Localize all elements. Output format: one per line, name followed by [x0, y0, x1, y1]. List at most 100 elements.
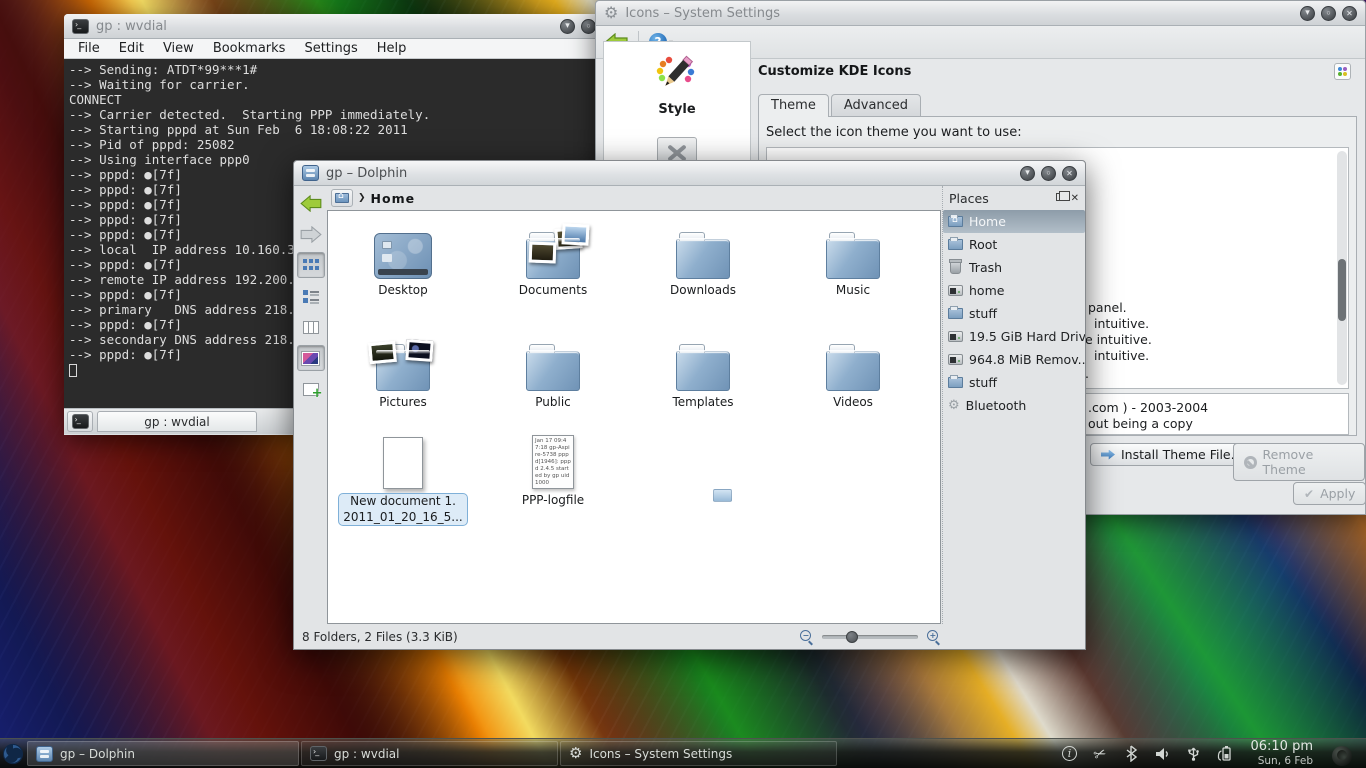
settings-titlebar[interactable]: ⚙ Icons – System Settings [596, 1, 1365, 26]
places-panel: Places ✕ Home Root Trash [942, 186, 1085, 624]
system-tray: i ✂ [1052, 739, 1366, 768]
zoom-out-icon[interactable]: − [799, 629, 814, 644]
volume-icon[interactable] [1153, 745, 1171, 763]
install-theme-button[interactable]: Install Theme File... [1090, 443, 1254, 466]
minimize-button[interactable] [1020, 166, 1035, 181]
breadcrumb-path[interactable]: Home [371, 191, 416, 206]
sidebar-item-style[interactable]: Style [604, 42, 750, 123]
place-item-home-partition[interactable]: home [943, 279, 1085, 302]
kde-launcher-button[interactable] [0, 739, 26, 768]
close-button[interactable] [1342, 6, 1357, 21]
place-item-removable[interactable]: 964.8 MiB Remov... [943, 348, 1085, 371]
drive-icon [948, 285, 963, 296]
status-bar: 8 Folders, 2 Files (3.3 KiB) − + [294, 624, 1085, 649]
breadcrumb-root-button[interactable] [331, 189, 353, 207]
plasma-cashew-icon[interactable] [1332, 746, 1352, 766]
sidebar-item-label: Style [610, 102, 744, 117]
menu-bookmarks[interactable]: Bookmarks [213, 41, 286, 56]
tab-theme[interactable]: Theme [758, 94, 829, 117]
dolphin-titlebar[interactable]: gp – Dolphin [294, 161, 1085, 186]
place-item-home[interactable]: Home [943, 210, 1085, 233]
scrollbar[interactable] [1337, 151, 1347, 385]
zoom-slider-handle[interactable] [846, 631, 858, 643]
maximize-button[interactable] [581, 19, 596, 34]
file-item-label: Videos [778, 395, 928, 409]
terminal-menubar: File Edit View Bookmarks Settings Help [64, 39, 604, 59]
columns-view-button[interactable] [297, 314, 325, 340]
place-item-trash[interactable]: Trash [943, 256, 1085, 279]
settings-title: Icons – System Settings [625, 6, 780, 21]
maximize-button[interactable] [1321, 6, 1336, 21]
minimize-button[interactable] [560, 19, 575, 34]
task-dolphin[interactable]: gp – Dolphin [27, 741, 299, 766]
float-panel-icon[interactable] [1056, 193, 1065, 201]
menu-view[interactable]: View [163, 41, 194, 56]
file-item-pictures[interactable]: Pictures [328, 331, 478, 409]
clock[interactable]: 06:10 pm Sun, 6 Feb [1246, 740, 1317, 767]
terminal-tab[interactable]: gp : wvdial [97, 411, 257, 432]
place-item-hard-drive[interactable]: 19.5 GiB Hard Drive [943, 325, 1085, 348]
preview-toggle-button[interactable] [297, 345, 325, 371]
menu-file[interactable]: File [78, 41, 100, 56]
task-wvdial[interactable]: gp : wvdial [301, 741, 558, 766]
terminal-line: --> Waiting for carrier. [69, 77, 599, 92]
task-system-settings[interactable]: ⚙ Icons – System Settings [560, 741, 837, 766]
theme-list-text: intuitive. [1094, 316, 1149, 331]
split-view-button[interactable] [297, 376, 325, 402]
place-item-root[interactable]: Root [943, 233, 1085, 256]
overview-grid-icon[interactable] [1334, 63, 1351, 80]
file-item-videos[interactable]: Videos [778, 331, 928, 409]
remove-theme-button[interactable]: Remove Theme [1233, 443, 1365, 481]
minimize-button[interactable] [1300, 6, 1315, 21]
file-item-public[interactable]: Public [478, 331, 628, 409]
menu-settings[interactable]: Settings [304, 41, 357, 56]
file-item-new-document[interactable]: New document 1. 2011_01_20_16_5... [328, 429, 478, 526]
dolphin-window: gp – Dolphin [293, 160, 1086, 650]
file-item-documents[interactable]: Documents [478, 219, 628, 297]
battery-icon[interactable] [1215, 745, 1233, 763]
gear-icon: ⚙ [604, 5, 618, 21]
terminal-line: --> Carrier detected. Starting PPP immed… [69, 107, 599, 122]
file-item-music[interactable]: Music [778, 219, 928, 297]
file-item-desktop[interactable]: Desktop [328, 219, 478, 297]
menu-edit[interactable]: Edit [119, 41, 144, 56]
scissors-icon[interactable]: ✂ [1089, 742, 1112, 765]
file-item-ppp-logfile[interactable]: Jan 17 09:47:18 gp-Aspire-5738 pppd[1946… [478, 429, 628, 507]
icons-view-icon [303, 259, 319, 271]
file-item-label-selected: New document 1. 2011_01_20_16_5... [338, 493, 467, 526]
apply-button[interactable]: ✔ Apply [1293, 482, 1366, 505]
tab-advanced[interactable]: Advanced [831, 94, 921, 117]
place-label: 964.8 MiB Remov... [969, 352, 1085, 367]
close-button[interactable] [1062, 166, 1077, 181]
bluetooth-icon[interactable] [1122, 745, 1140, 763]
file-item-label: Documents [478, 283, 628, 297]
forward-button[interactable] [297, 221, 325, 247]
place-item-stuff-2[interactable]: stuff [943, 371, 1085, 394]
place-item-bluetooth[interactable]: ⚙ Bluetooth [943, 394, 1085, 417]
maximize-button[interactable] [1041, 166, 1056, 181]
desktop: gp : wvdial File Edit View Bookmarks Set… [0, 0, 1366, 768]
home-folder-icon [948, 216, 963, 227]
folder-icon [948, 239, 963, 250]
zoom-slider[interactable] [822, 635, 918, 639]
documents-folder-icon [526, 239, 580, 279]
info-icon[interactable]: i [1060, 745, 1078, 763]
icons-view-button[interactable] [297, 252, 325, 278]
close-panel-icon[interactable]: ✕ [1071, 193, 1079, 204]
terminal-tab-label: gp : wvdial [144, 415, 209, 429]
usb-icon[interactable] [1184, 745, 1202, 763]
file-item-downloads[interactable]: Downloads [628, 219, 778, 297]
file-item-label: Pictures [328, 395, 478, 409]
place-item-stuff[interactable]: stuff [943, 302, 1085, 325]
task-label: gp – Dolphin [60, 747, 135, 761]
place-label: Root [969, 237, 997, 252]
terminal-titlebar[interactable]: gp : wvdial [64, 14, 604, 39]
folder-view[interactable]: Desktop Documents Downloads Music [327, 210, 941, 624]
file-item-templates[interactable]: Templates [628, 331, 778, 409]
zoom-in-icon[interactable]: + [926, 629, 941, 644]
back-button[interactable] [297, 190, 325, 216]
scrollbar-handle[interactable] [1338, 259, 1346, 321]
menu-help[interactable]: Help [377, 41, 407, 56]
details-view-button[interactable] [297, 283, 325, 309]
new-tab-button[interactable] [67, 411, 93, 432]
